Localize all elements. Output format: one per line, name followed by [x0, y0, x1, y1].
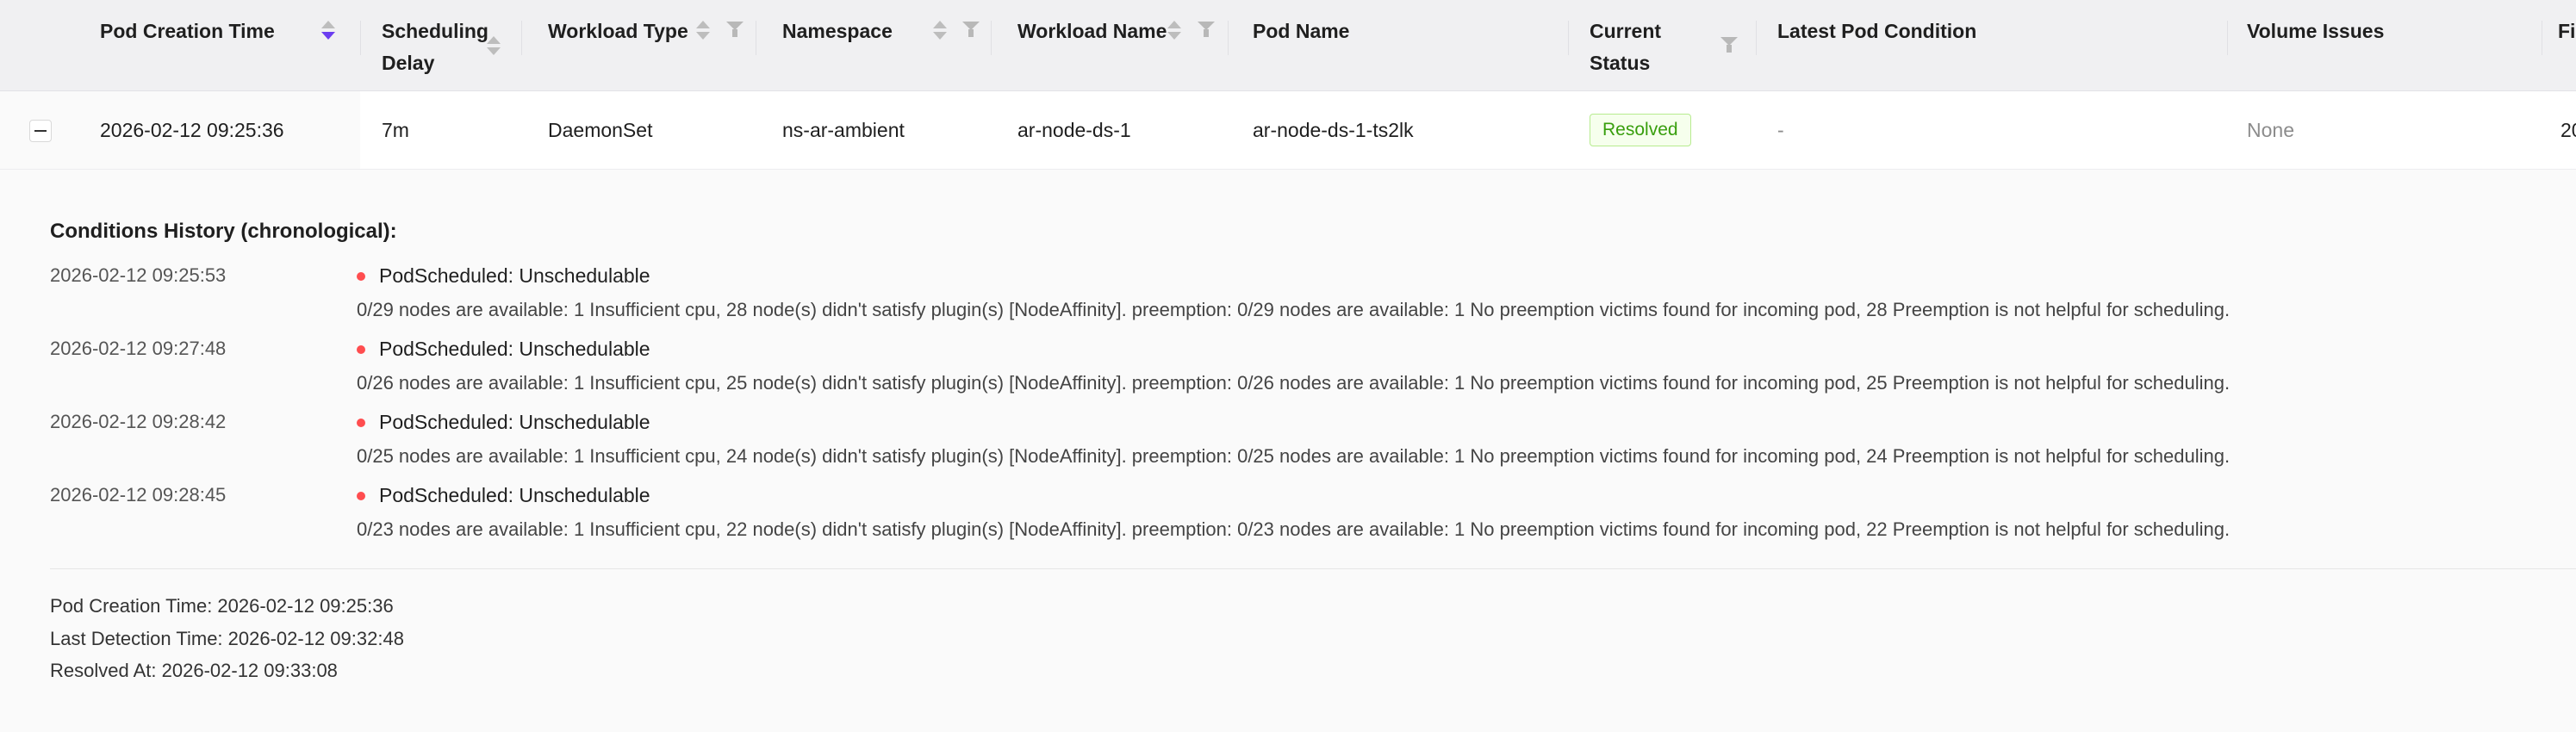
sort-namespace-icon[interactable] — [931, 19, 949, 45]
sort-pod-creation-time-icon[interactable] — [320, 19, 337, 45]
sort-ascending-icon — [1167, 21, 1181, 28]
cell-truncated-column: 20 — [2560, 119, 2576, 141]
condition-message: 0/23 nodes are available: 1 Insufficient… — [357, 518, 2231, 540]
table-header: Pod Creation Time Scheduling Delay Workl… — [0, 0, 2576, 91]
header-pod-name[interactable]: Pod Name — [1253, 0, 1349, 91]
table-row[interactable]: 2026-02-12 09:25:36 7m DaemonSet ns-ar-a… — [0, 91, 2576, 170]
sort-descending-icon — [321, 32, 335, 40]
sort-workload-name-icon[interactable] — [1166, 19, 1183, 45]
sort-ascending-icon — [933, 21, 947, 28]
condition-timestamp: 2026-02-12 09:27:48 — [50, 338, 227, 359]
condition-history-entry: 2026-02-12 09:28:42 PodScheduled: Unsche… — [0, 411, 2576, 483]
column-divider[interactable] — [991, 21, 992, 55]
condition-message: 0/29 nodes are available: 1 Insufficient… — [357, 299, 2231, 320]
filter-workload-name-icon[interactable] — [1197, 19, 1216, 40]
sort-ascending-icon — [487, 36, 501, 44]
cell-workload-name: ar-node-ds-1 — [1017, 119, 1131, 141]
header-scheduling-delay[interactable]: Scheduling Delay — [382, 0, 494, 91]
filter-namespace-icon[interactable] — [961, 19, 980, 40]
status-dot-icon — [357, 492, 365, 500]
filter-current-status-icon[interactable] — [1720, 34, 1739, 55]
status-dot-icon — [357, 419, 365, 427]
condition-history-entry: 2026-02-12 09:27:48 PodScheduled: Unsche… — [0, 338, 2576, 410]
condition-reason: PodScheduled: Unschedulable — [379, 264, 650, 287]
condition-message: 0/26 nodes are available: 1 Insufficient… — [357, 372, 2231, 394]
status-dot-icon — [357, 345, 365, 354]
sort-workload-type-icon[interactable] — [694, 19, 712, 45]
cell-pod-creation-time: 2026-02-12 09:25:36 — [100, 119, 284, 141]
status-badge: Resolved — [1590, 114, 1691, 146]
sort-descending-icon — [1167, 32, 1181, 40]
column-divider[interactable] — [360, 21, 361, 55]
collapse-row-button[interactable] — [29, 120, 52, 142]
cell-workload-type: DaemonSet — [548, 119, 653, 141]
condition-timestamp: 2026-02-12 09:28:42 — [50, 411, 227, 432]
detail-pod-creation-time: Pod Creation Time: 2026-02-12 09:25:36 — [50, 595, 394, 617]
cell-namespace: ns-ar-ambient — [782, 119, 905, 141]
column-divider[interactable] — [2227, 21, 2228, 55]
condition-timestamp: 2026-02-12 09:25:53 — [50, 264, 227, 286]
status-dot-icon — [357, 272, 365, 281]
header-volume-issues[interactable]: Volume Issues — [2247, 0, 2384, 91]
condition-reason: PodScheduled: Unschedulable — [379, 484, 650, 506]
cell-scheduling-delay: 7m — [382, 119, 409, 141]
pod-issues-table: Pod Creation Time Scheduling Delay Workl… — [0, 0, 2576, 732]
header-latest-pod-condition[interactable]: Latest Pod Condition — [1777, 0, 1976, 91]
filter-workload-type-icon[interactable] — [725, 19, 744, 40]
header-workload-name[interactable]: Workload Name — [1017, 0, 1167, 91]
condition-history-entry: 2026-02-12 09:28:45 PodScheduled: Unsche… — [0, 484, 2576, 556]
column-divider[interactable] — [521, 21, 522, 55]
header-pod-creation-time[interactable]: Pod Creation Time — [100, 0, 275, 91]
cell-latest-pod-condition: - — [1777, 119, 1784, 141]
column-divider[interactable] — [1756, 21, 1757, 55]
sort-descending-icon — [487, 47, 501, 55]
condition-reason: PodScheduled: Unschedulable — [379, 338, 650, 360]
conditions-history-title: Conditions History (chronological): — [50, 220, 397, 243]
minus-icon — [34, 130, 47, 132]
cell-pod-name: ar-node-ds-1-ts2lk — [1253, 119, 1414, 141]
sort-ascending-icon — [321, 21, 335, 28]
detail-resolved-at: Resolved At: 2026-02-12 09:33:08 — [50, 660, 338, 681]
header-current-status[interactable]: Current Status — [1590, 0, 1702, 91]
header-truncated-column[interactable]: Fi — [2558, 0, 2575, 91]
sort-ascending-icon — [696, 21, 710, 28]
expanded-row-details: Conditions History (chronological): 2026… — [0, 170, 2576, 732]
header-namespace[interactable]: Namespace — [782, 0, 893, 91]
detail-last-detection-time: Last Detection Time: 2026-02-12 09:32:48 — [50, 628, 404, 649]
condition-history-entry: 2026-02-12 09:25:53 PodScheduled: Unsche… — [0, 264, 2576, 337]
section-divider — [50, 568, 2576, 569]
column-divider[interactable] — [1228, 21, 1229, 55]
cell-volume-issues: None — [2247, 119, 2294, 141]
condition-timestamp: 2026-02-12 09:28:45 — [50, 484, 227, 506]
header-workload-type[interactable]: Workload Type — [548, 0, 688, 91]
sort-scheduling-delay-icon[interactable] — [485, 34, 502, 60]
sort-descending-icon — [933, 32, 947, 40]
column-divider[interactable] — [1568, 21, 1569, 55]
sort-descending-icon — [696, 32, 710, 40]
condition-message: 0/25 nodes are available: 1 Insufficient… — [357, 445, 2231, 467]
condition-reason: PodScheduled: Unschedulable — [379, 411, 650, 433]
